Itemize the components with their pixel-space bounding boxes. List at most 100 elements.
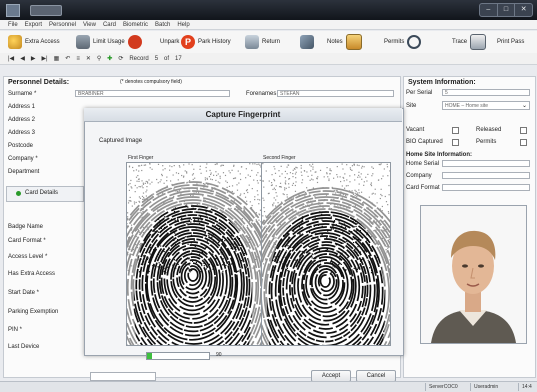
fingerprint-2-icon bbox=[262, 163, 390, 345]
active-dot-icon bbox=[16, 191, 21, 196]
bio-captured-checkbox[interactable] bbox=[452, 139, 459, 146]
last-record-button[interactable]: ▶| bbox=[41, 55, 47, 62]
home-serial-label: Home Serial bbox=[406, 161, 439, 167]
home-card-format-field[interactable] bbox=[442, 184, 530, 191]
company-label: Company * bbox=[8, 156, 38, 162]
prev-record-button[interactable]: ◀ bbox=[20, 55, 25, 62]
grid-icon[interactable]: ▦ bbox=[54, 55, 60, 62]
vacant-checkbox[interactable] bbox=[452, 127, 459, 134]
unpark-button[interactable]: Unpark bbox=[160, 35, 179, 49]
next-record-button[interactable]: ▶ bbox=[31, 55, 36, 62]
surname-label: Surname * bbox=[8, 91, 36, 97]
surname-field[interactable]: BRABINER bbox=[75, 90, 230, 97]
personnel-photo bbox=[420, 205, 527, 344]
site-label: Site bbox=[406, 103, 416, 109]
dialog-title: Capture Fingerprint bbox=[84, 108, 402, 122]
permits-checkbox[interactable] bbox=[520, 139, 527, 146]
delete-icon[interactable]: ✕ bbox=[86, 55, 91, 62]
quality-progress bbox=[146, 352, 210, 360]
undo-icon[interactable]: ↶ bbox=[65, 55, 70, 62]
magnifier-icon bbox=[407, 35, 421, 49]
close-button[interactable]: ✕ bbox=[514, 4, 532, 16]
status-server: ServerCOC0 bbox=[425, 383, 469, 391]
released-checkbox[interactable] bbox=[520, 127, 527, 134]
add-record-icon[interactable]: ✚ bbox=[107, 55, 112, 62]
extra-access-label: Has Extra Access bbox=[8, 271, 55, 277]
menu-card[interactable]: Card bbox=[103, 20, 116, 29]
menu-export[interactable]: Export bbox=[25, 20, 42, 29]
address1-label: Address 1 bbox=[8, 104, 35, 110]
forenames-label: Forenames bbox=[246, 91, 276, 97]
dialog-status-field bbox=[90, 372, 156, 381]
department-label: Department bbox=[8, 169, 39, 175]
dropdown-chevron-icon[interactable]: ⌄ bbox=[522, 102, 527, 109]
toolbar: Extra Access Limit Usage Unpark P Park H… bbox=[0, 31, 537, 54]
nav-total: 17 bbox=[175, 56, 182, 62]
refresh-icon[interactable]: ⟳ bbox=[118, 55, 123, 62]
forenames-field[interactable]: STEFAN bbox=[277, 90, 394, 97]
start-date-label: Start Date * bbox=[8, 290, 39, 296]
binoculars-icon[interactable]: ⚲ bbox=[97, 55, 101, 62]
extra-access-button[interactable]: Extra Access bbox=[8, 35, 60, 49]
record-navigator: |◀ ◀ ▶ ▶| ▦ ↶ ≡ ✕ ⚲ ✚ ⟳ Record 5 of 17 bbox=[0, 53, 537, 65]
menu-help[interactable]: Help bbox=[177, 20, 189, 29]
nav-record-value: 5 bbox=[155, 56, 158, 62]
notes-icon bbox=[346, 34, 362, 50]
car-icon bbox=[76, 35, 90, 49]
menu-bar: File Export Personnel View Card Biometri… bbox=[0, 20, 537, 30]
maximize-button[interactable]: □ bbox=[497, 4, 515, 16]
app-icon bbox=[6, 4, 20, 17]
list-icon[interactable]: ≡ bbox=[76, 56, 80, 62]
title-bar bbox=[0, 0, 537, 20]
per-serial-field[interactable]: 5 bbox=[442, 89, 530, 96]
pin-label: PIN * bbox=[8, 327, 22, 333]
home-company-field[interactable] bbox=[442, 172, 530, 179]
minimize-button[interactable]: – bbox=[480, 4, 497, 16]
park-history-button[interactable]: P Park History bbox=[181, 35, 231, 49]
key-icon bbox=[8, 35, 22, 49]
nav-of-label: of bbox=[164, 56, 169, 62]
stop-icon bbox=[128, 35, 142, 49]
card-format-label: Card Format * bbox=[8, 238, 46, 244]
bio-captured-label: BIO Captured bbox=[406, 139, 443, 145]
released-label: Released bbox=[476, 127, 501, 133]
trace-button[interactable]: Trace bbox=[452, 35, 486, 49]
menu-file[interactable]: File bbox=[8, 20, 18, 29]
status-user: Useradmin bbox=[470, 383, 518, 391]
second-finger-image bbox=[261, 162, 391, 346]
first-record-button[interactable]: |◀ bbox=[8, 55, 14, 62]
nav-record-label: Record bbox=[129, 56, 148, 62]
home-company-label: Company bbox=[406, 173, 432, 179]
personnel-heading: Personnel Details: bbox=[8, 79, 69, 86]
menu-batch[interactable]: Batch bbox=[155, 20, 170, 29]
first-finger-image bbox=[126, 162, 262, 346]
site-select[interactable]: HOME – Home site bbox=[442, 101, 530, 110]
print-pass-button[interactable]: Print Pass bbox=[497, 35, 524, 49]
limit-usage-button[interactable]: Limit Usage bbox=[76, 35, 142, 49]
address3-label: Address 3 bbox=[8, 130, 35, 136]
second-finger-label: Second Finger bbox=[263, 155, 296, 161]
return-button[interactable]: Return bbox=[245, 35, 280, 49]
status-bar: ServerCOC0 Useradmin 14:4 bbox=[0, 381, 537, 392]
menu-biometric[interactable]: Biometric bbox=[123, 20, 148, 29]
notes-button[interactable]: Notes bbox=[300, 35, 362, 49]
fingerprint-1-icon bbox=[127, 163, 261, 345]
return-icon bbox=[245, 35, 259, 49]
status-time: 14:4 bbox=[518, 383, 537, 391]
card-details-label: Card Details bbox=[25, 190, 58, 196]
vacant-label: Vacant bbox=[406, 127, 424, 133]
menu-personnel[interactable]: Personnel bbox=[49, 20, 76, 29]
home-serial-field[interactable] bbox=[442, 160, 530, 167]
window-controls: – □ ✕ bbox=[479, 3, 533, 17]
access-level-label: Access Level * bbox=[8, 254, 47, 260]
badge-name-label: Badge Name bbox=[8, 224, 43, 230]
permits-button[interactable]: Permits bbox=[384, 35, 421, 49]
parking-icon: P bbox=[181, 35, 195, 49]
menu-view[interactable]: View bbox=[83, 20, 96, 29]
portrait-image bbox=[421, 206, 526, 343]
quality-progress-fill bbox=[147, 353, 152, 359]
home-site-heading: Home Site Information: bbox=[406, 152, 472, 158]
quality-value: 90 bbox=[216, 352, 222, 358]
card-details-tab[interactable]: Card Details bbox=[6, 186, 84, 202]
system-heading: System Information: bbox=[408, 79, 476, 86]
